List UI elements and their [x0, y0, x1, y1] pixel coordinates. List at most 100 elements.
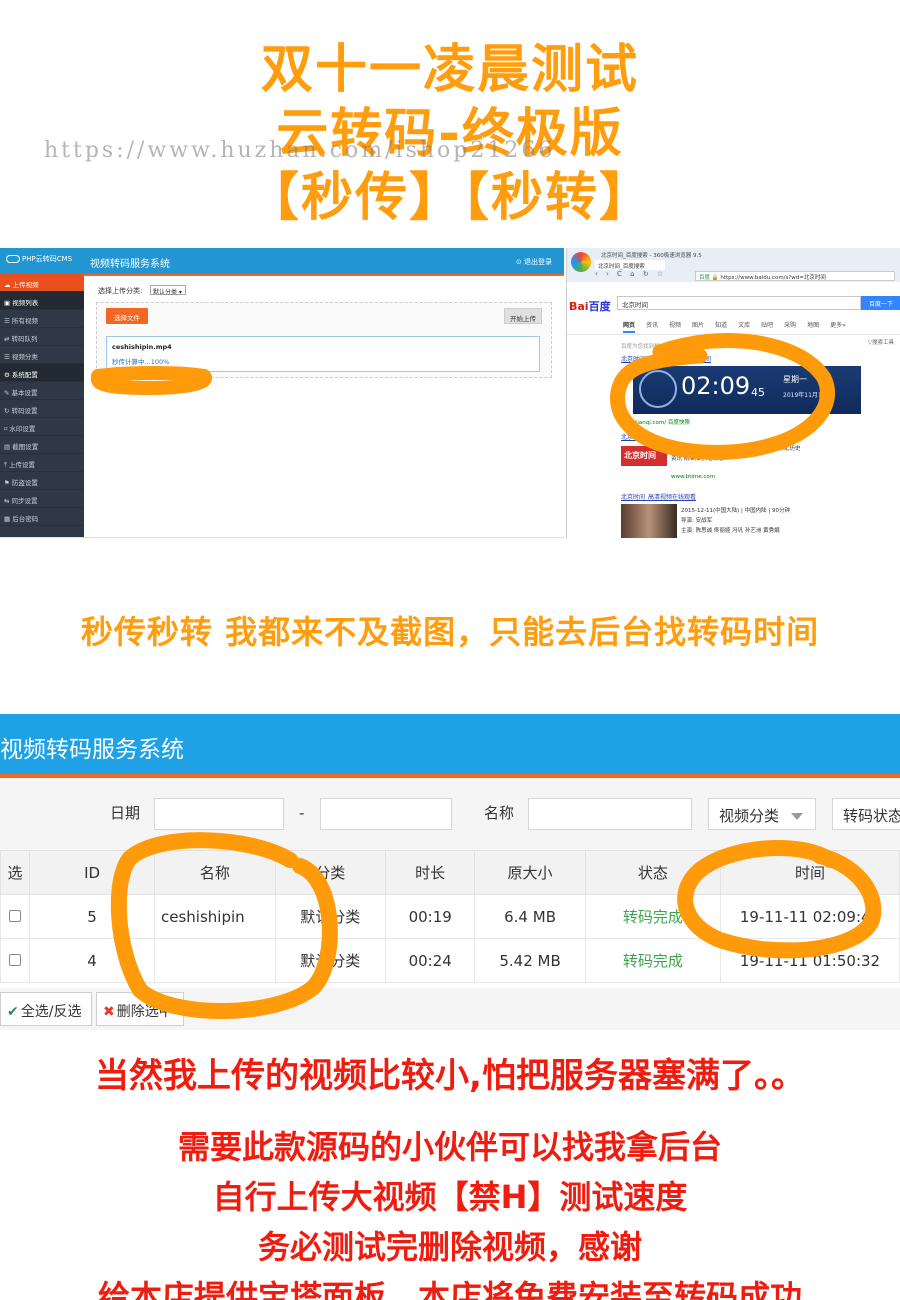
- check-icon: ✔: [7, 1004, 19, 1020]
- chevron-down-icon: [791, 813, 804, 820]
- sidebar-item-0[interactable]: ☁ 上传视频: [0, 274, 84, 292]
- table-actions: ✔ 全选/反选 ✖ 删除选中: [0, 988, 900, 1030]
- result2-text: 北京时间 科技,财经,房产,军事,生活,互联网,游戏,历史: [671, 446, 801, 452]
- notes-block: 需要此款源码的小伙伴可以找我拿后台 自行上传大视频【禁H】测试速度 务必测试完删…: [0, 1122, 900, 1300]
- baidu-logo-cn: 百度: [588, 300, 611, 313]
- column-header-1[interactable]: ID: [29, 850, 155, 895]
- search-tab-4[interactable]: 知道: [715, 322, 727, 329]
- cell-time: 19-11-11 02:09:46: [719, 894, 900, 939]
- row-checkbox[interactable]: [9, 909, 22, 922]
- column-header-6[interactable]: 状态: [584, 850, 721, 895]
- sidebar-item-11[interactable]: ⚑ 防盗设置: [0, 472, 84, 490]
- cell-name: ceshishipin: [153, 894, 276, 939]
- cell-size: 6.4 MB: [474, 894, 586, 939]
- search-tab-8[interactable]: 地图: [807, 322, 819, 329]
- search-tab-6[interactable]: 贴吧: [761, 322, 773, 329]
- browser-logo-icon: [571, 252, 591, 272]
- address-bar[interactable]: 百度 🔒 https://www.baidu.com/s?wd=北京时间: [695, 271, 895, 281]
- search-tab-3[interactable]: 图片: [692, 322, 704, 329]
- cell-size: 5.42 MB: [474, 938, 586, 983]
- status-filter-select[interactable]: 转码状态: [832, 798, 900, 830]
- sidebar-item-13[interactable]: ▦ 后台密码: [0, 508, 84, 526]
- cell-id: 4: [29, 938, 155, 983]
- sidebar-item-7[interactable]: ↻ 转码设置: [0, 400, 84, 418]
- row-checkbox[interactable]: [9, 953, 22, 966]
- cell-name: [153, 938, 276, 983]
- column-header-7[interactable]: 时间: [719, 850, 900, 895]
- choose-file-button[interactable]: 选择文件: [106, 308, 148, 324]
- sidebar-item-10[interactable]: ⤒ 上传设置: [0, 454, 84, 472]
- secure-badge: 百度 🔒: [699, 275, 719, 281]
- result-count: 百度为您找到相关结果约...: [621, 344, 687, 350]
- search-tab-2[interactable]: 视频: [669, 322, 681, 329]
- table-row[interactable]: 4 默认分类 00:24 5.42 MB 转码完成 19-11-11 01:50:32: [0, 938, 900, 983]
- admin-logo-text: PHP云转码CMS: [22, 255, 73, 263]
- search-input[interactable]: 北京时间: [617, 296, 861, 310]
- search-tools[interactable]: ▽搜索工具: [868, 338, 894, 346]
- upload-panel: 选择上传分类: 默认分类 ▾ 选择文件 开始上传 ceshishipin.mp4…: [84, 276, 564, 537]
- search-tab-1[interactable]: 资讯: [646, 322, 658, 329]
- start-upload-button[interactable]: 开始上传: [504, 308, 542, 324]
- delete-selected-button[interactable]: ✖ 删除选中: [96, 992, 184, 1026]
- note-line-1: 当然我上传的视频比较小,怕把服务器塞满了。。: [95, 1056, 805, 1096]
- result3-text1: 2015-12-11(中国大陆) | 中国内陆 | 90分钟: [681, 508, 790, 514]
- admin-menu: ☁ 上传视频 ▣ 视频列表 ☰ 所有视频 ⇄ 转码队列 ☰ 视频分类 ⚙ 系统配置 ✎ 基本…: [0, 274, 84, 526]
- column-header-3[interactable]: 分类: [274, 850, 386, 895]
- admin-sidebar: PHP云转码CMS ☁ 上传视频 ▣ 视频列表 ☰ 所有视频 ⇄ 转码队列 ☰ 视频分类…: [0, 248, 84, 537]
- sidebar-item-2[interactable]: ☰ 所有视频: [0, 310, 84, 328]
- sidebar-item-4[interactable]: ☰ 视频分类: [0, 346, 84, 364]
- window-title: 北京时间_百度搜索 - 360极速浏览器 9.5: [601, 253, 702, 259]
- search-tab-5[interactable]: 文库: [738, 322, 750, 329]
- name-search-input[interactable]: [528, 798, 692, 830]
- result3-title-link[interactable]: 北京时间_高清视频在线观看: [621, 492, 696, 501]
- nav-buttons[interactable]: ‹ › C ⌂ ↻ ☆: [595, 270, 666, 278]
- note-line-2: 需要此款源码的小伙伴可以找我拿后台: [177, 1128, 722, 1166]
- table-row[interactable]: 5 ceshishipin 默认分类 00:19 6.4 MB 转码完成 19-11-11 …: [0, 894, 900, 939]
- baidu-logo[interactable]: Bai百度: [569, 298, 611, 314]
- status-filter-value: 转码状态: [843, 807, 900, 825]
- result-title-link[interactable]: 北京时间 - 国家授时中心标准时间: [621, 354, 711, 363]
- sidebar-item-9[interactable]: ▤ 截图设置: [0, 436, 84, 454]
- date-end-input[interactable]: [320, 798, 452, 830]
- sidebar-item-6[interactable]: ✎ 基本设置: [0, 382, 84, 400]
- column-header-5[interactable]: 原大小: [474, 850, 586, 895]
- upload-progress: 秒传计算中...100%: [112, 358, 170, 366]
- column-header-0[interactable]: 选: [0, 850, 31, 895]
- sidebar-item-5[interactable]: ⚙ 系统配置: [0, 364, 84, 382]
- headline-line-3: 【秒传】【秒转】: [246, 168, 653, 228]
- logout-link[interactable]: ⊙ 退出登录: [516, 257, 552, 267]
- category-filter-select[interactable]: 视频分类: [708, 798, 816, 830]
- result3-text2: 导演: 安战军: [681, 518, 713, 524]
- row-checkbox-cell[interactable]: [0, 938, 31, 983]
- column-header-2[interactable]: 名称: [153, 850, 276, 895]
- sidebar-item-8[interactable]: ⌑ 水印设置: [0, 418, 84, 436]
- result2-title-link[interactable]: 北京时间: [621, 432, 645, 441]
- date-start-input[interactable]: [154, 798, 284, 830]
- result2-url: www.btime.com: [671, 474, 716, 480]
- divider: [567, 334, 900, 335]
- table-body: 5 ceshishipin 默认分类 00:19 6.4 MB 转码完成 19-11-11 …: [0, 894, 900, 983]
- search-tab-9[interactable]: 更多»: [830, 322, 846, 329]
- baidu-logo-latin: Bai: [569, 300, 589, 313]
- sidebar-item-1[interactable]: ▣ 视频列表: [0, 292, 84, 310]
- headline-line-1: 双十一凌晨测试: [260, 40, 639, 100]
- browser-tab[interactable]: 北京时间_百度搜索: [595, 260, 665, 270]
- sidebar-item-12[interactable]: ⇆ 同步设置: [0, 490, 84, 508]
- date-label: 日期: [110, 804, 141, 822]
- search-tab-0[interactable]: 网页: [623, 322, 636, 333]
- admin-header-title: 视频转码服务系统: [90, 259, 170, 270]
- row-checkbox-cell[interactable]: [0, 894, 31, 939]
- column-header-4[interactable]: 时长: [384, 850, 476, 895]
- note-line-3: 自行上传大视频【禁H】测试速度: [212, 1178, 688, 1216]
- transcode-list-screenshot: 视频转码服务系统 日期 - 名称 视频分类 转码状态 选 ID 名称 分类 时长 原大小状…: [0, 714, 900, 1030]
- category-select[interactable]: 默认分类 ▾: [150, 285, 186, 296]
- name-label: 名称: [484, 804, 515, 822]
- sidebar-item-3[interactable]: ⇄ 转码队列: [0, 328, 84, 346]
- select-all-button[interactable]: ✔ 全选/反选: [0, 992, 93, 1026]
- upload-admin-screenshot: PHP云转码CMS ☁ 上传视频 ▣ 视频列表 ☰ 所有视频 ⇄ 转码队列 ☰ 视频分类…: [0, 248, 564, 538]
- cell-status: 转码完成: [584, 938, 721, 983]
- movie-thumbnail[interactable]: [621, 504, 677, 538]
- btime-logo: 北京时间: [621, 446, 667, 466]
- search-tab-7[interactable]: 采购: [784, 322, 796, 329]
- search-button[interactable]: 百度一下: [861, 296, 900, 310]
